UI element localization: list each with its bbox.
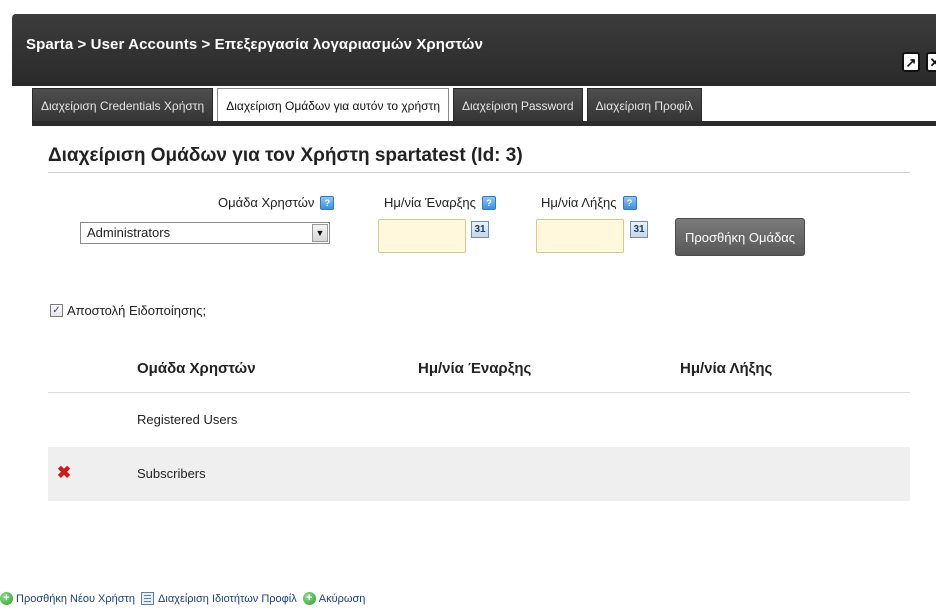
notify-label: Αποστολή Ειδοποίησης; <box>67 303 207 318</box>
start-date-input[interactable] <box>378 219 466 253</box>
add-icon[interactable]: + <box>0 592 13 605</box>
row-group-name: Subscribers <box>137 466 206 481</box>
end-date-input[interactable] <box>536 219 624 253</box>
footer-actions: + Προσθήκη Νέου Χρήστη Διαχείριση Ιδιοτή… <box>0 592 371 605</box>
table-row: Registered Users <box>48 393 910 447</box>
column-header-end: Ημ/νία Λήξης <box>680 360 773 377</box>
chevron-down-icon[interactable]: ▼ <box>312 224 328 242</box>
cancel-icon[interactable]: + <box>302 592 316 605</box>
end-date-label: Ημ/νία Λήξης ? <box>541 195 637 210</box>
tab-bar: Διαχείριση Credentials Χρήστη Διαχείριση… <box>32 88 706 122</box>
add-user-link[interactable]: Προσθήκη Νέου Χρήστη <box>16 593 135 605</box>
tab-underline <box>32 121 936 126</box>
start-date-label: Ημ/νία Έναρξης ? <box>384 195 496 210</box>
page-title: Διαχείριση Ομάδων για τον Χρήστη spartat… <box>48 145 523 166</box>
list-icon[interactable] <box>141 592 155 605</box>
tab-profile[interactable]: Διαχείριση Προφίλ <box>586 88 702 122</box>
end-date-label-text: Ημ/νία Λήξης <box>541 195 617 210</box>
help-icon[interactable]: ? <box>481 195 496 210</box>
table-row: ✖ Subscribers <box>48 447 910 501</box>
group-label-text: Ομάδα Χρηστών <box>218 195 315 210</box>
window-titlebar: Sparta > User Accounts > Επεξεργασία λογ… <box>12 14 936 86</box>
tab-groups[interactable]: Διαχείριση Ομάδων για αυτόν το χρήστη <box>217 88 449 122</box>
group-select-value: Administrators <box>87 225 171 240</box>
title-divider <box>48 172 910 173</box>
manage-profile-properties-link[interactable]: Διαχείριση Ιδιοτήτων Προφίλ <box>158 593 297 605</box>
start-date-label-text: Ημ/νία Έναρξης <box>384 195 476 210</box>
delete-x-icon[interactable]: ✖ <box>56 464 72 481</box>
add-group-button[interactable]: Προσθήκη Ομάδας <box>675 218 805 256</box>
group-label: Ομάδα Χρηστών ? <box>218 195 335 210</box>
tab-password[interactable]: Διαχείριση Password <box>453 88 583 122</box>
cancel-link[interactable]: Ακύρωση <box>319 593 366 605</box>
help-icon[interactable]: ? <box>622 195 637 210</box>
maximize-icon[interactable]: ↗ <box>902 52 920 72</box>
column-header-group: Ομάδα Χρηστών <box>137 360 256 377</box>
close-icon[interactable]: ✕ <box>926 52 936 72</box>
window-title: Sparta > User Accounts > Επεξεργασία λογ… <box>26 36 484 53</box>
group-select[interactable]: Administrators ▼ <box>80 222 330 244</box>
column-header-start: Ημ/νία Έναρξης <box>418 360 532 377</box>
notify-row: ✓ Αποστολή Ειδοποίησης; <box>50 303 206 318</box>
tab-credentials[interactable]: Διαχείριση Credentials Χρήστη <box>32 88 214 122</box>
calendar-icon[interactable]: 31 <box>471 221 489 238</box>
help-icon[interactable]: ? <box>320 195 335 210</box>
notify-checkbox[interactable]: ✓ <box>50 304 63 317</box>
calendar-icon[interactable]: 31 <box>630 221 648 238</box>
row-group-name: Registered Users <box>137 412 238 427</box>
